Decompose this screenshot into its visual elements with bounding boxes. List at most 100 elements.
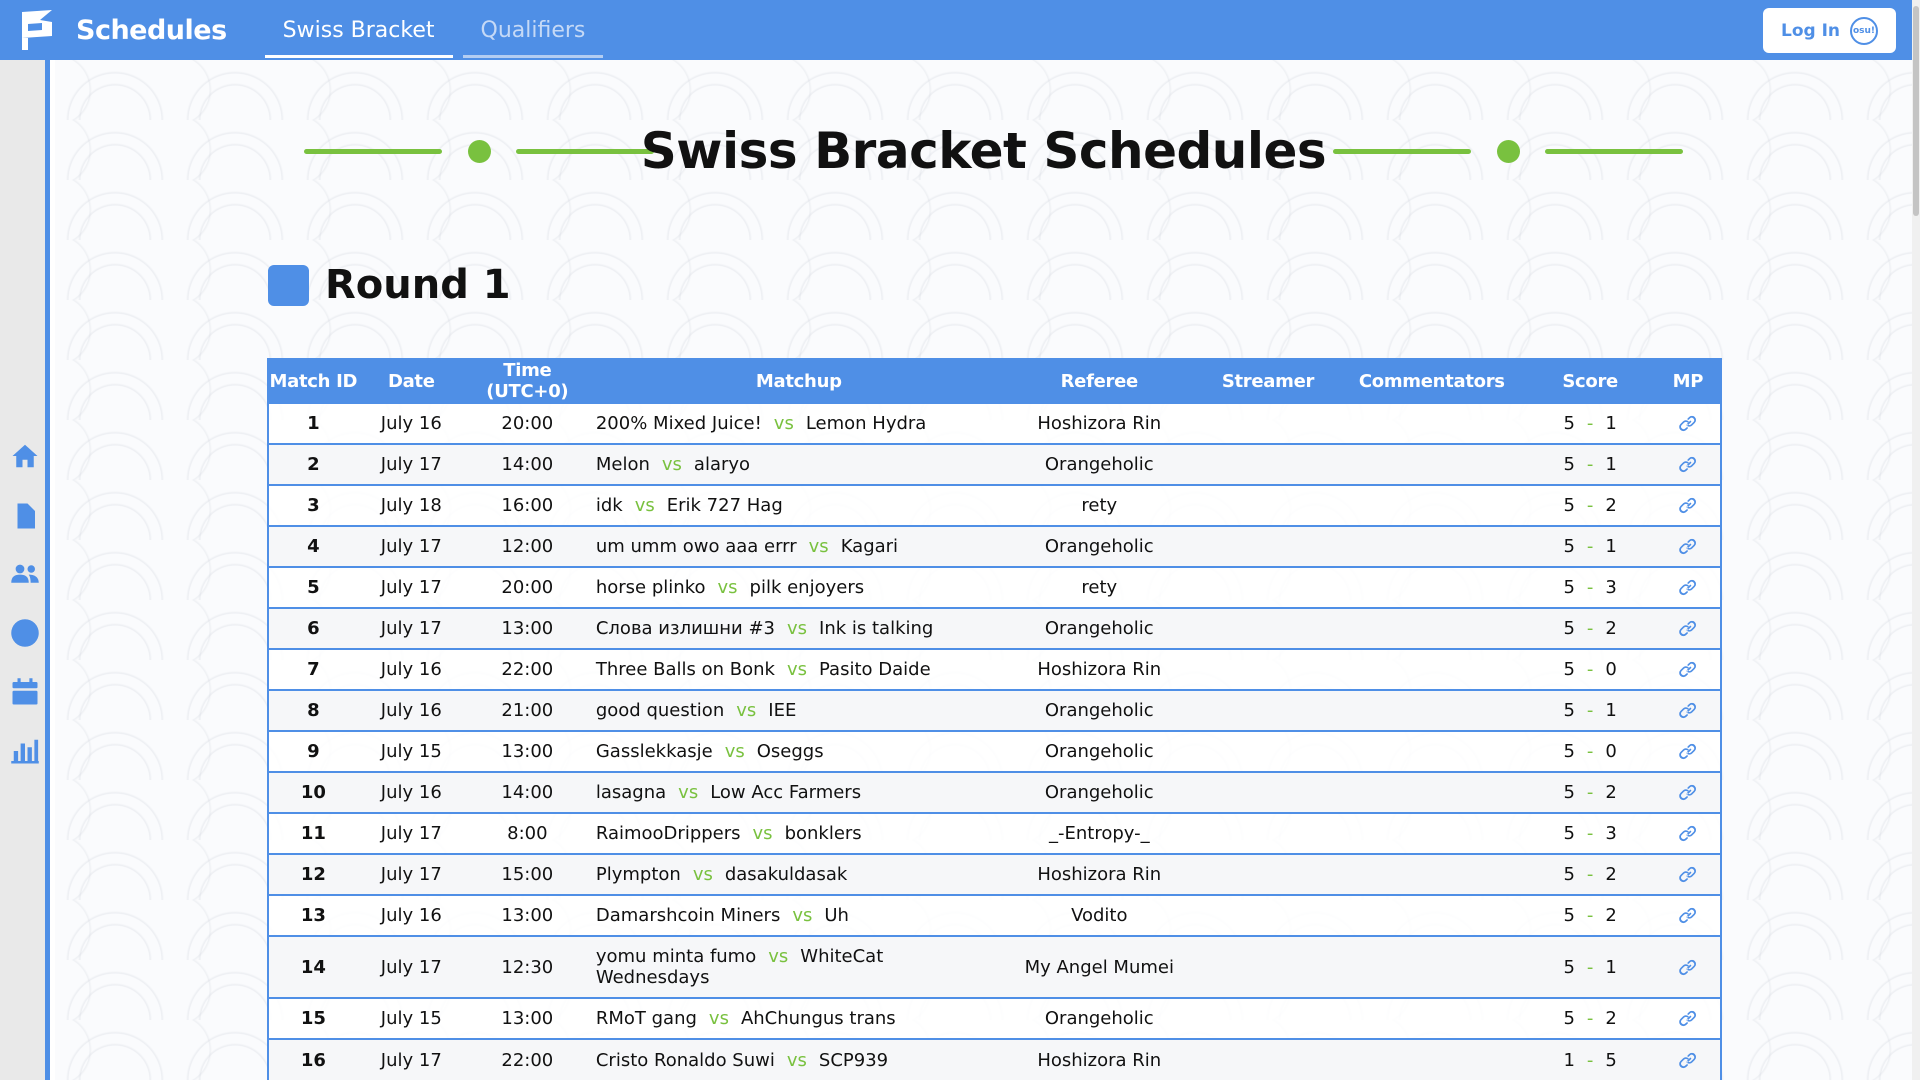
mp-link-icon[interactable]	[1678, 864, 1698, 885]
score-team2: 0	[1605, 741, 1617, 762]
commentators-cell	[1339, 997, 1525, 1039]
score-separator: -	[1586, 864, 1594, 885]
mp-link-icon[interactable]	[1678, 495, 1698, 516]
commentators-cell	[1339, 812, 1525, 854]
chart-icon[interactable]	[9, 735, 41, 767]
mp-cell	[1655, 997, 1720, 1039]
tab-qualifiers[interactable]: Qualifiers	[462, 0, 604, 60]
mp-link-icon[interactable]	[1678, 454, 1698, 475]
score-team2: 2	[1605, 782, 1617, 803]
main-content: Swiss Bracket Schedules Round 1 Match ID…	[55, 60, 1912, 1080]
table-row: 11 July 17 8:00 RaimooDrippers vs bonklers…	[269, 812, 1720, 854]
circle-icon[interactable]	[9, 617, 41, 649]
users-icon[interactable]	[9, 558, 41, 590]
brand[interactable]: Schedules	[0, 0, 227, 60]
score-team2: 2	[1605, 905, 1617, 926]
commentators-cell	[1339, 1038, 1525, 1080]
header-matchup: Matchup	[589, 360, 1002, 403]
date-cell: July 17	[357, 566, 465, 608]
home-icon[interactable]	[9, 440, 41, 472]
commentators-cell	[1339, 689, 1525, 731]
score-cell: 5-1	[1524, 443, 1656, 485]
referee-cell: Vodito	[1001, 894, 1197, 936]
score-team2: 3	[1605, 823, 1617, 844]
round-marker	[268, 264, 309, 306]
table-row: 9 July 15 13:00 Gasslekkasje vs Oseggs Ora…	[269, 730, 1720, 772]
matchup-cell: Gasslekkasje vs Oseggs	[589, 730, 1002, 772]
score-cell: 5-1	[1524, 402, 1656, 444]
streamer-cell	[1196, 566, 1340, 608]
team1-name: Melon	[595, 454, 650, 475]
score-cell: 5-0	[1524, 730, 1656, 772]
vs-label: vs	[678, 782, 699, 803]
time-cell: 16:00	[464, 484, 590, 526]
matchup-cell: RaimooDrippers vs bonklers	[589, 812, 1002, 854]
team1-name: Слова излишни #3	[595, 618, 775, 639]
table-body: 1 July 16 20:00 200% Mixed Juice! vs Lemon…	[269, 402, 1720, 1080]
mp-link-icon[interactable]	[1678, 413, 1698, 434]
score-team2: 1	[1605, 700, 1617, 721]
vs-label: vs	[768, 946, 789, 967]
mp-link-icon[interactable]	[1678, 905, 1698, 926]
login-button[interactable]: Log In osu!	[1763, 8, 1896, 53]
match-id-cell: 12	[269, 853, 358, 895]
mp-cell	[1655, 812, 1720, 854]
mp-link-icon[interactable]	[1678, 659, 1698, 680]
mp-link-icon[interactable]	[1678, 700, 1698, 721]
date-cell: July 17	[357, 525, 465, 567]
mp-link-icon[interactable]	[1678, 782, 1698, 803]
date-cell: July 17	[357, 812, 465, 854]
header-mp: MP	[1655, 360, 1720, 403]
document-icon[interactable]	[9, 500, 41, 532]
page-scrollbar[interactable]	[1912, 0, 1920, 1080]
mp-link-icon[interactable]	[1678, 823, 1698, 844]
score-team1: 5	[1563, 1008, 1575, 1029]
scrollbar-thumb[interactable]	[1913, 6, 1919, 216]
score-team1: 5	[1563, 577, 1575, 598]
streamer-cell	[1196, 607, 1340, 649]
brand-name: Schedules	[76, 14, 227, 46]
match-id-cell: 11	[269, 812, 358, 854]
commentators-cell	[1339, 525, 1525, 567]
team2-name: bonklers	[784, 823, 862, 844]
mp-link-icon[interactable]	[1678, 536, 1698, 557]
score-cell: 5-3	[1524, 812, 1656, 854]
vs-label: vs	[808, 536, 829, 557]
score-separator: -	[1586, 1008, 1594, 1029]
matchup-cell: Damarshcoin Miners vs Uh	[589, 894, 1002, 936]
score-cell: 5-1	[1524, 935, 1656, 998]
referee-cell: rety	[1001, 484, 1197, 526]
mp-link-icon[interactable]	[1678, 618, 1698, 639]
tab-swiss-bracket[interactable]: Swiss Bracket	[264, 0, 453, 60]
table-row: 10 July 16 14:00 lasagna vs Low Acc Farmer…	[269, 771, 1720, 813]
mp-link-icon[interactable]	[1678, 741, 1698, 762]
mp-link-icon[interactable]	[1678, 1050, 1698, 1071]
header-commentators: Commentators	[1339, 360, 1525, 403]
score-separator: -	[1586, 1049, 1594, 1071]
mp-link-icon[interactable]	[1678, 577, 1698, 598]
date-cell: July 17	[357, 1038, 465, 1080]
page-title: Swiss Bracket Schedules	[640, 122, 1327, 180]
login-label: Log In	[1780, 20, 1841, 41]
mp-cell	[1655, 648, 1720, 690]
mp-cell	[1655, 484, 1720, 526]
score-team2: 1	[1605, 956, 1617, 978]
score-team1: 5	[1563, 700, 1575, 721]
mp-link-icon[interactable]	[1678, 957, 1698, 978]
vs-label: vs	[792, 905, 813, 926]
match-id-cell: 13	[269, 894, 358, 936]
referee-cell: Hoshizora Rin	[1001, 402, 1197, 444]
table-row: 2 July 17 14:00 Melon vs alaryo Orangeholi…	[269, 443, 1720, 485]
vs-label: vs	[786, 659, 807, 680]
matchup-cell: Cristo Ronaldo Suwi vs SCP939	[589, 1038, 1002, 1080]
streamer-cell	[1196, 853, 1340, 895]
table-row: 3 July 18 16:00 idk vs Erik 727 Hag rety 5…	[269, 484, 1720, 526]
table-row: 15 July 15 13:00 RMoT gang vs AhChungus tr…	[269, 997, 1720, 1039]
calendar-icon[interactable]	[9, 676, 41, 708]
referee-cell: Hoshizora Rin	[1001, 1038, 1197, 1080]
match-id-cell: 1	[269, 402, 358, 444]
score-team1: 5	[1563, 618, 1575, 639]
table-row: 6 July 17 13:00 Слова излишни #3 vs Ink is…	[269, 607, 1720, 649]
team1-name: um umm owo aaa errr	[595, 536, 797, 557]
mp-link-icon[interactable]	[1678, 1008, 1698, 1029]
